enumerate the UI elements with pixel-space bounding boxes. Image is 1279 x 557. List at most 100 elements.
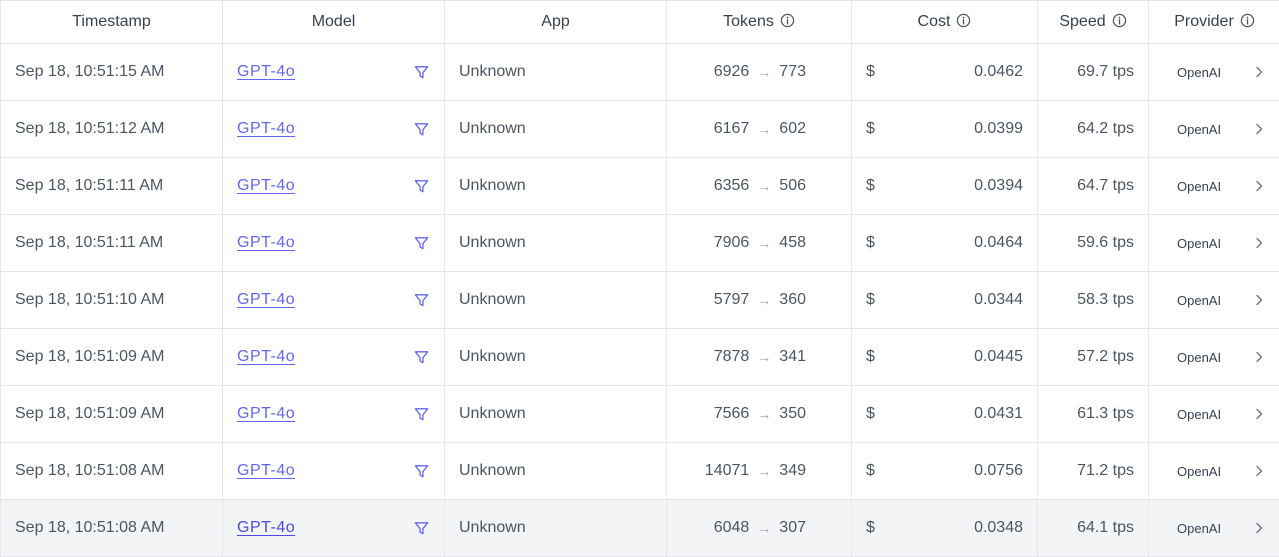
- app-cell: Unknown: [445, 386, 667, 442]
- cost-cell: $ 0.0462: [852, 44, 1038, 100]
- cost-cell: $ 0.0394: [852, 158, 1038, 214]
- provider-cell: OpenAI: [1149, 500, 1279, 556]
- table-row[interactable]: Sep 18, 10:51:11 AM GPT-4o Unknown 6356 …: [1, 158, 1279, 215]
- provider-info-icon[interactable]: [1240, 13, 1255, 28]
- cost-cell: $ 0.0399: [852, 101, 1038, 157]
- app-value: Unknown: [459, 234, 526, 251]
- table-row[interactable]: Sep 18, 10:51:08 AM GPT-4o Unknown 6048 …: [1, 500, 1279, 557]
- model-link[interactable]: GPT-4o: [237, 177, 295, 195]
- speed-info-icon[interactable]: [1112, 13, 1127, 28]
- cost-value: 0.0394: [974, 177, 1023, 194]
- chevron-right-icon[interactable]: [1252, 464, 1266, 478]
- chevron-right-icon[interactable]: [1252, 236, 1266, 250]
- chevron-right-icon[interactable]: [1252, 122, 1266, 136]
- model-link[interactable]: GPT-4o: [237, 519, 295, 537]
- chevron-right-icon[interactable]: [1252, 521, 1266, 535]
- model-link[interactable]: GPT-4o: [237, 348, 295, 366]
- table-row[interactable]: Sep 18, 10:51:09 AM GPT-4o Unknown 7878 …: [1, 329, 1279, 386]
- speed-value: 64.7 tps: [1077, 177, 1134, 194]
- currency-symbol: $: [866, 291, 875, 308]
- tokens-out-value: 602: [779, 120, 806, 137]
- tokens-out-value: 350: [779, 405, 806, 422]
- speed-value: 64.2 tps: [1077, 120, 1134, 137]
- cost-cell: $ 0.0348: [852, 500, 1038, 556]
- cost-cell: $ 0.0445: [852, 329, 1038, 385]
- timestamp-cell: Sep 18, 10:51:09 AM: [1, 329, 223, 385]
- header-speed: Speed: [1038, 1, 1149, 43]
- filter-icon[interactable]: [413, 406, 430, 423]
- app-value: Unknown: [459, 462, 526, 479]
- speed-cell: 64.1 tps: [1038, 500, 1149, 556]
- cost-value: 0.0348: [974, 519, 1023, 536]
- filter-icon[interactable]: [413, 292, 430, 309]
- app-cell: Unknown: [445, 215, 667, 271]
- speed-cell: 71.2 tps: [1038, 443, 1149, 499]
- header-speed-label: Speed: [1059, 13, 1106, 30]
- table-header: Timestamp Model App Tokens Cost Speed Pr…: [1, 1, 1279, 44]
- arrow-right-icon: →: [757, 349, 772, 365]
- cost-value: 0.0464: [974, 234, 1023, 251]
- currency-symbol: $: [866, 234, 875, 251]
- model-link[interactable]: GPT-4o: [237, 462, 295, 480]
- model-link[interactable]: GPT-4o: [237, 120, 295, 138]
- tokens-out-value: 506: [779, 177, 806, 194]
- app-cell: Unknown: [445, 101, 667, 157]
- header-provider-label: Provider: [1174, 13, 1234, 30]
- speed-cell: 57.2 tps: [1038, 329, 1149, 385]
- chevron-right-icon[interactable]: [1252, 65, 1266, 79]
- table-row[interactable]: Sep 18, 10:51:08 AM GPT-4o Unknown 14071…: [1, 443, 1279, 500]
- chevron-right-icon[interactable]: [1252, 179, 1266, 193]
- arrow-right-icon: →: [757, 463, 772, 479]
- speed-cell: 58.3 tps: [1038, 272, 1149, 328]
- model-link[interactable]: GPT-4o: [237, 291, 295, 309]
- table-row[interactable]: Sep 18, 10:51:11 AM GPT-4o Unknown 7906 …: [1, 215, 1279, 272]
- filter-icon[interactable]: [413, 121, 430, 138]
- filter-icon[interactable]: [413, 349, 430, 366]
- currency-symbol: $: [866, 348, 875, 365]
- table-row[interactable]: Sep 18, 10:51:09 AM GPT-4o Unknown 7566 …: [1, 386, 1279, 443]
- provider-name: OpenAI: [1177, 349, 1222, 365]
- chevron-right-icon[interactable]: [1252, 407, 1266, 421]
- header-provider: Provider: [1149, 1, 1279, 43]
- filter-icon[interactable]: [413, 520, 430, 537]
- currency-symbol: $: [866, 405, 875, 422]
- model-link[interactable]: GPT-4o: [237, 234, 295, 252]
- filter-icon[interactable]: [413, 178, 430, 195]
- app-cell: Unknown: [445, 158, 667, 214]
- filter-icon[interactable]: [413, 463, 430, 480]
- header-model: Model: [223, 1, 445, 43]
- filter-icon[interactable]: [413, 235, 430, 252]
- filter-icon[interactable]: [413, 64, 430, 81]
- table-row[interactable]: Sep 18, 10:51:15 AM GPT-4o Unknown 6926 …: [1, 44, 1279, 101]
- table-row[interactable]: Sep 18, 10:51:10 AM GPT-4o Unknown 5797 …: [1, 272, 1279, 329]
- tokens-cell: 5797 → 360: [667, 272, 852, 328]
- speed-cell: 69.7 tps: [1038, 44, 1149, 100]
- chevron-right-icon[interactable]: [1252, 350, 1266, 364]
- currency-symbol: $: [866, 462, 875, 479]
- provider-name: OpenAI: [1177, 520, 1222, 536]
- model-link[interactable]: GPT-4o: [237, 405, 295, 423]
- cost-cell: $ 0.0756: [852, 443, 1038, 499]
- cost-info-icon[interactable]: [956, 13, 971, 28]
- tokens-info-icon[interactable]: [780, 13, 795, 28]
- cost-value: 0.0431: [974, 405, 1023, 422]
- provider-name: OpenAI: [1177, 406, 1222, 422]
- timestamp-cell: Sep 18, 10:51:12 AM: [1, 101, 223, 157]
- header-timestamp-label: Timestamp: [72, 13, 151, 30]
- model-cell: GPT-4o: [223, 101, 445, 157]
- app-value: Unknown: [459, 177, 526, 194]
- model-cell: GPT-4o: [223, 215, 445, 271]
- app-value: Unknown: [459, 405, 526, 422]
- arrow-right-icon: →: [757, 520, 772, 536]
- cost-value: 0.0445: [974, 348, 1023, 365]
- app-cell: Unknown: [445, 329, 667, 385]
- chevron-right-icon[interactable]: [1252, 293, 1266, 307]
- app-cell: Unknown: [445, 500, 667, 556]
- table-row[interactable]: Sep 18, 10:51:12 AM GPT-4o Unknown 6167 …: [1, 101, 1279, 158]
- timestamp-cell: Sep 18, 10:51:15 AM: [1, 44, 223, 100]
- provider-name: OpenAI: [1177, 292, 1222, 308]
- speed-value: 64.1 tps: [1077, 519, 1134, 536]
- speed-cell: 59.6 tps: [1038, 215, 1149, 271]
- model-link[interactable]: GPT-4o: [237, 63, 295, 81]
- arrow-right-icon: →: [757, 178, 772, 194]
